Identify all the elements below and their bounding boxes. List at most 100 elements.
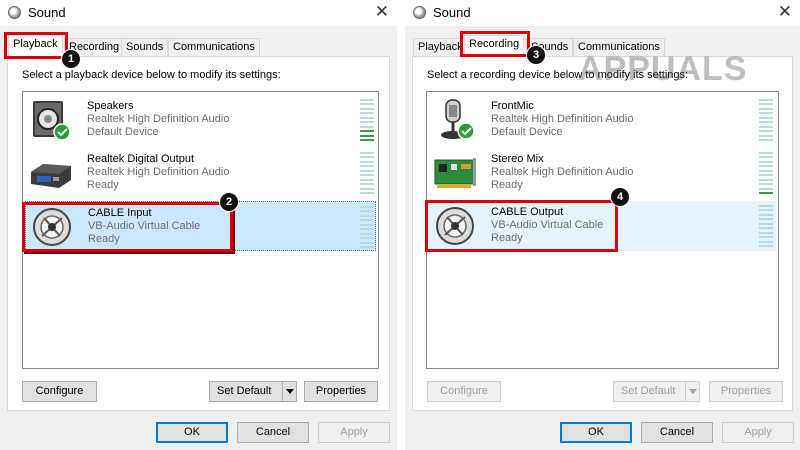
- device-name: FrontMic: [491, 100, 534, 112]
- device-driver: VB-Audio Virtual Cable: [88, 220, 201, 232]
- vu-segment: [360, 169, 374, 172]
- microphone-icon: [441, 99, 475, 140]
- ok-button[interactable]: OK: [156, 422, 228, 443]
- vu-segment: [759, 183, 773, 186]
- volume-meter: [759, 99, 773, 141]
- vu-segment: [360, 99, 374, 101]
- device-item-speakers[interactable]: Speakers Realtek High Definition Audio D…: [25, 95, 376, 145]
- vu-segment: [759, 174, 773, 177]
- set-default-button[interactable]: Set Default: [209, 381, 297, 402]
- vu-segment: [759, 125, 773, 128]
- vu-segment: [759, 138, 773, 141]
- vu-segment: [360, 121, 374, 124]
- vu-segment: [360, 241, 374, 244]
- device-item-frontmic[interactable]: FrontMic Realtek High Definition Audio D…: [429, 95, 776, 145]
- device-item-cable-output[interactable]: CABLE Output VB-Audio Virtual Cable Read…: [429, 201, 776, 251]
- device-item-realtek-digital-output[interactable]: Realtek Digital Output Realtek High Defi…: [25, 148, 376, 198]
- vu-segment: [759, 165, 773, 168]
- close-icon[interactable]: ✕: [375, 2, 389, 22]
- vu-segment: [759, 231, 773, 234]
- vu-segment: [360, 116, 374, 119]
- vu-segment: [360, 206, 374, 208]
- sound-app-icon: [413, 6, 426, 19]
- volume-meter: [360, 152, 374, 194]
- tab-playback[interactable]: Playback: [8, 35, 63, 57]
- vu-segment: [759, 156, 773, 159]
- vu-segment: [360, 156, 374, 159]
- properties-button: Properties: [709, 381, 783, 402]
- vu-segment: [360, 214, 374, 217]
- tab-communications[interactable]: Communications: [168, 38, 260, 56]
- device-list[interactable]: Speakers Realtek High Definition Audio D…: [22, 91, 379, 369]
- vu-segment: [360, 219, 374, 222]
- step-badge-1: 1: [61, 49, 81, 69]
- volume-meter: [360, 99, 374, 141]
- vu-segment: [759, 112, 773, 115]
- step-badge-2: 2: [219, 192, 239, 212]
- sound-app-icon: [8, 6, 21, 19]
- device-driver: Realtek High Definition Audio: [491, 113, 634, 125]
- device-name: CABLE Output: [491, 206, 564, 218]
- device-name: Realtek Digital Output: [87, 153, 194, 165]
- device-status: Ready: [88, 233, 120, 245]
- vu-segment: [360, 138, 374, 141]
- digital-output-icon: [31, 164, 71, 188]
- vu-segment: [759, 116, 773, 119]
- close-icon[interactable]: ✕: [778, 2, 792, 22]
- chevron-down-icon: [685, 382, 699, 401]
- device-name: Speakers: [87, 100, 134, 112]
- volume-meter: [759, 205, 773, 247]
- vu-segment: [360, 232, 374, 235]
- ok-button[interactable]: OK: [560, 422, 632, 443]
- step-badge-3: 3: [526, 45, 546, 65]
- vu-segment: [759, 152, 773, 154]
- device-item-cable-input[interactable]: CABLE Input VB-Audio Virtual Cable Ready: [25, 201, 376, 251]
- vu-segment: [759, 134, 773, 137]
- device-name: Stereo Mix: [491, 153, 544, 165]
- vu-segment: [759, 209, 773, 212]
- properties-button[interactable]: Properties: [304, 381, 378, 402]
- configure-button[interactable]: Configure: [22, 381, 97, 402]
- speaker-icon: [33, 101, 71, 141]
- device-list[interactable]: FrontMic Realtek High Definition Audio D…: [426, 91, 779, 369]
- title-bar: Sound ✕: [405, 0, 800, 26]
- sound-card-icon: [434, 158, 476, 188]
- device-driver: Realtek High Definition Audio: [491, 166, 634, 178]
- chevron-down-icon[interactable]: [282, 382, 296, 401]
- apply-button: Apply: [318, 422, 390, 443]
- vu-segment: [360, 210, 374, 213]
- vu-segment: [360, 125, 374, 128]
- tab-sounds[interactable]: Sounds: [121, 38, 169, 56]
- vu-segment: [759, 103, 773, 106]
- tab-playback[interactable]: Playback: [413, 38, 468, 56]
- tab-recording[interactable]: Recording: [464, 35, 525, 57]
- vu-segment: [759, 99, 773, 101]
- vu-segment: [759, 227, 773, 230]
- device-item-stereo-mix[interactable]: Stereo Mix Realtek High Definition Audio…: [429, 148, 776, 198]
- virtual-cable-icon: [436, 207, 474, 245]
- device-status: Ready: [491, 179, 523, 191]
- title-bar: Sound ✕: [0, 0, 397, 26]
- vu-segment: [759, 213, 773, 216]
- vu-segment: [360, 174, 374, 177]
- vu-segment: [759, 107, 773, 110]
- cancel-button[interactable]: Cancel: [641, 422, 713, 443]
- vu-segment: [360, 160, 374, 163]
- vu-segment: [360, 165, 374, 168]
- vu-segment: [360, 191, 374, 194]
- apply-button: Apply: [722, 422, 794, 443]
- device-status: Ready: [87, 179, 119, 191]
- tab-panel: Select a recording device below to modif…: [412, 56, 793, 411]
- vu-segment: [759, 205, 773, 207]
- vu-segment: [759, 130, 773, 133]
- vu-segment: [759, 121, 773, 124]
- device-name: CABLE Input: [88, 207, 152, 219]
- instruction-text: Select a playback device below to modify…: [22, 69, 281, 81]
- cancel-button[interactable]: Cancel: [237, 422, 309, 443]
- vu-segment: [360, 237, 374, 240]
- vu-segment: [759, 187, 773, 190]
- vu-segment: [360, 183, 374, 186]
- configure-button: Configure: [427, 381, 501, 402]
- vu-segment: [360, 187, 374, 190]
- vu-segment: [759, 222, 773, 225]
